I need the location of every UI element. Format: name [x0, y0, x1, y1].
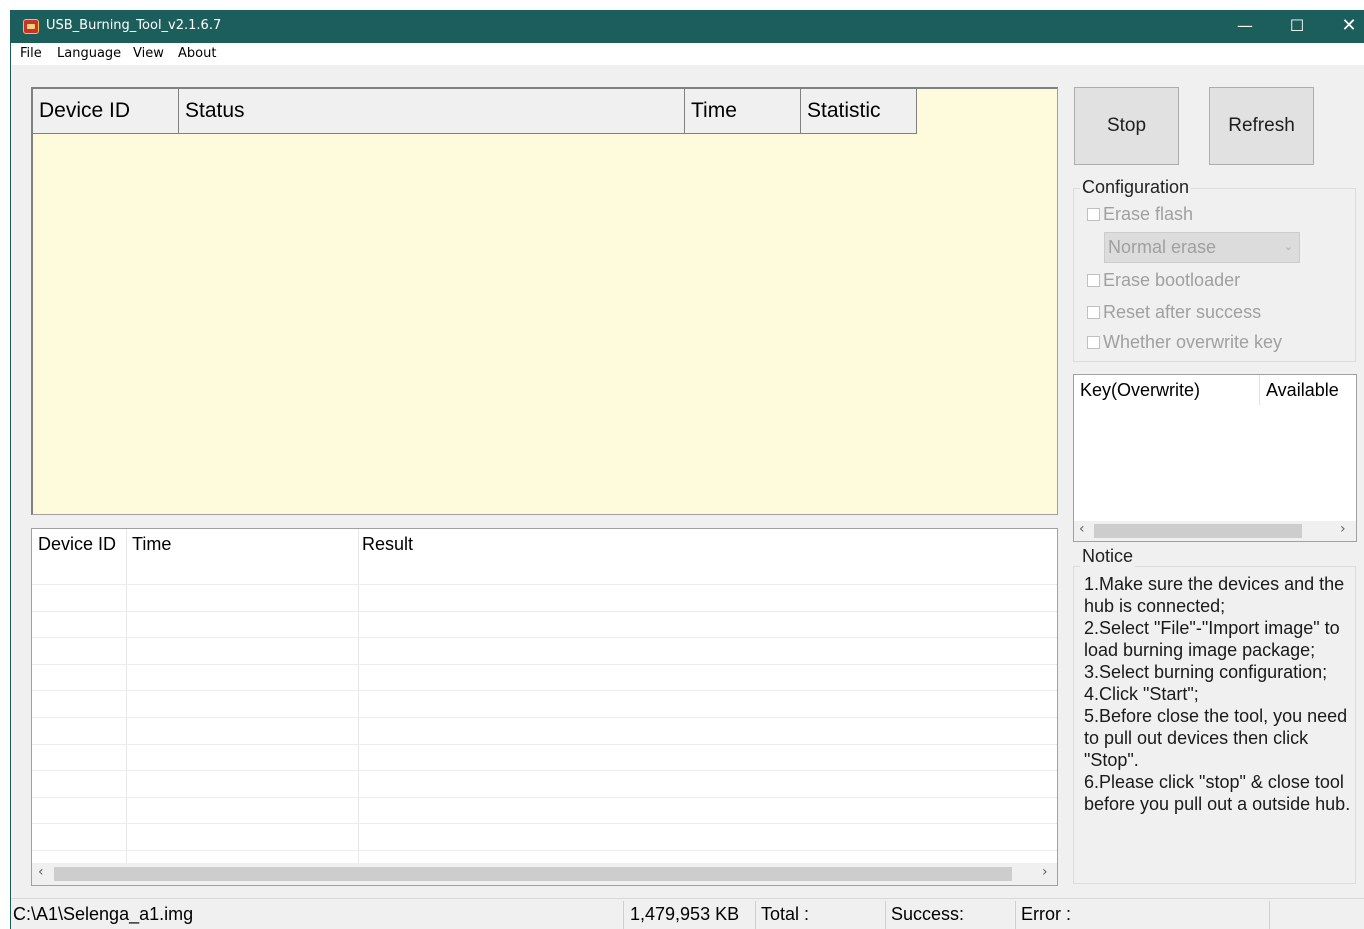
overwrite-key-checkbox[interactable]: Whether overwrite key — [1087, 332, 1282, 353]
total-count: Total : — [761, 904, 810, 924]
menu-file[interactable]: File — [20, 46, 42, 61]
maximize-button[interactable]: ☐ — [1271, 10, 1323, 43]
status-divider — [1015, 901, 1016, 929]
notice-line: 5.Before close the tool, you need to pul… — [1084, 706, 1348, 770]
notice-line: 4.Click "Start"; — [1084, 684, 1199, 704]
key-list[interactable]: Key(Overwrite) Available ‹ › — [1073, 374, 1357, 542]
scrollbar-thumb[interactable] — [54, 867, 1012, 881]
erase-bootloader-checkbox[interactable]: Erase bootloader — [1087, 270, 1240, 291]
row-divider — [32, 584, 1057, 585]
erase-bootloader-label: Erase bootloader — [1103, 270, 1241, 290]
refresh-button[interactable]: Refresh — [1209, 87, 1314, 165]
device-col-time[interactable]: Time — [685, 89, 801, 134]
app-window: USB_Burning_Tool_v2.1.6.7 — ☐ ✕ File Lan… — [10, 10, 1364, 929]
key-horizontal-scrollbar[interactable]: ‹ › — [1074, 521, 1356, 541]
scroll-right-icon[interactable]: › — [1042, 864, 1048, 880]
checkbox-box[interactable] — [1087, 306, 1100, 319]
result-list[interactable]: Device ID Time Result ‹ › — [31, 528, 1058, 886]
error-count: Error : — [1021, 904, 1072, 924]
minimize-button[interactable]: — — [1219, 10, 1271, 43]
status-divider — [885, 901, 886, 929]
result-col-result[interactable]: Result — [356, 529, 956, 559]
menu-about[interactable]: About — [178, 46, 216, 61]
erase-mode-value: Normal erase — [1108, 237, 1217, 257]
chevron-down-icon: ⌄ — [1283, 241, 1293, 253]
status-divider — [623, 901, 624, 929]
row-divider — [32, 823, 1057, 824]
key-col-available[interactable]: Available — [1260, 375, 1356, 405]
scroll-left-icon[interactable]: ‹ — [38, 864, 44, 880]
row-divider — [32, 637, 1057, 638]
scrollbar-thumb[interactable] — [1094, 524, 1302, 538]
device-col-statistic[interactable]: Statistic — [801, 89, 917, 134]
stop-button[interactable]: Stop — [1074, 87, 1179, 165]
scroll-left-icon[interactable]: ‹ — [1079, 521, 1085, 537]
menu-bar: File Language View About — [11, 43, 1364, 65]
notice-text: 1.Make sure the devices and the hub is c… — [1084, 573, 1360, 815]
erase-flash-checkbox[interactable]: Erase flash — [1087, 204, 1193, 225]
erase-flash-label: Erase flash — [1103, 204, 1194, 224]
title-bar[interactable]: USB_Burning_Tool_v2.1.6.7 — ☐ ✕ — [11, 10, 1364, 43]
row-divider — [32, 664, 1057, 665]
erase-mode-select[interactable]: Normal erase ⌄ — [1104, 232, 1300, 263]
device-col-status[interactable]: Status — [179, 89, 685, 134]
checkbox-box[interactable] — [1087, 274, 1100, 287]
status-bar: C:\A1\Selenga_a1.img 1,479,953 KB Total … — [11, 898, 1364, 929]
app-icon — [23, 19, 39, 34]
checkbox-box[interactable] — [1087, 208, 1100, 221]
reset-after-success-checkbox[interactable]: Reset after success — [1087, 302, 1261, 323]
notice-line: 3.Select burning configuration; — [1084, 662, 1328, 682]
close-button[interactable]: ✕ — [1323, 10, 1364, 43]
row-divider — [32, 717, 1057, 718]
device-list[interactable]: Device ID Status Time Statistic — [31, 87, 1058, 515]
column-divider — [358, 529, 359, 863]
column-divider — [126, 529, 127, 863]
result-col-time[interactable]: Time — [126, 529, 358, 559]
configuration-title: Configuration — [1080, 177, 1192, 198]
device-col-device-id[interactable]: Device ID — [33, 89, 179, 134]
result-col-device-id[interactable]: Device ID — [32, 529, 126, 559]
row-divider — [32, 744, 1057, 745]
row-divider — [32, 850, 1057, 851]
notice-title: Notice — [1080, 546, 1136, 567]
status-divider — [1269, 901, 1270, 929]
notice-line: 2.Select "File"-"Import image" to load b… — [1084, 618, 1340, 660]
result-horizontal-scrollbar[interactable]: ‹ › — [32, 863, 1057, 885]
menu-view[interactable]: View — [133, 46, 164, 61]
menu-language[interactable]: Language — [57, 46, 121, 61]
overwrite-key-label: Whether overwrite key — [1103, 332, 1283, 352]
reset-after-success-label: Reset after success — [1103, 302, 1262, 322]
row-divider — [32, 611, 1057, 612]
image-size: 1,479,953 KB — [630, 904, 740, 924]
row-divider — [32, 690, 1057, 691]
checkbox-box[interactable] — [1087, 336, 1100, 349]
status-divider — [755, 901, 756, 929]
window-title: USB_Burning_Tool_v2.1.6.7 — [46, 18, 222, 33]
notice-line: 6.Please click "stop" & close tool befor… — [1084, 772, 1351, 814]
row-divider — [32, 770, 1057, 771]
success-count: Success: — [891, 904, 965, 924]
image-path: C:\A1\Selenga_a1.img — [13, 904, 194, 924]
key-col-key[interactable]: Key(Overwrite) — [1074, 375, 1260, 405]
scroll-right-icon[interactable]: › — [1340, 521, 1346, 537]
notice-line: 1.Make sure the devices and the hub is c… — [1084, 574, 1345, 616]
row-divider — [32, 797, 1057, 798]
